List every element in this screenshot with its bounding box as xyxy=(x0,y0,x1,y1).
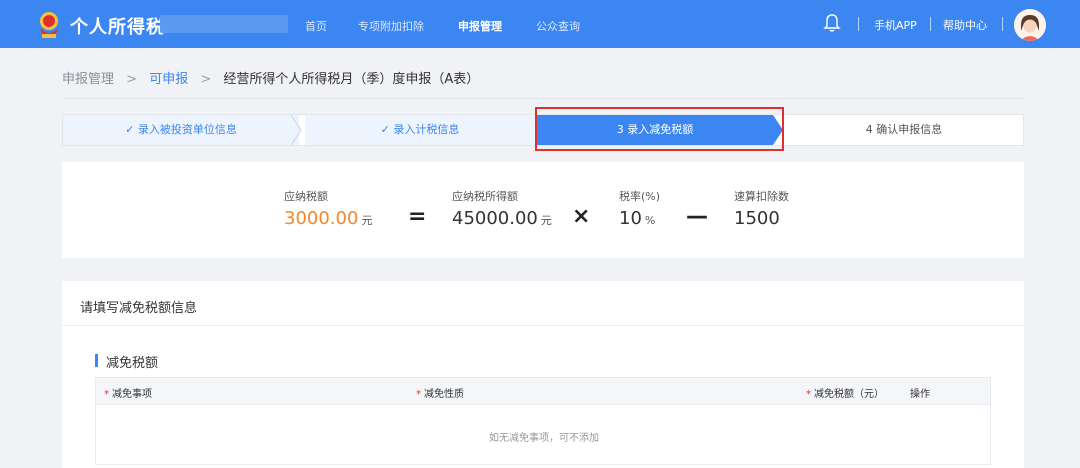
nav-special-deductions[interactable]: 专项附加扣除 xyxy=(358,18,424,34)
reduction-table-body: 如无减免事项，可不添加 xyxy=(95,405,991,465)
user-avatar-icon xyxy=(1014,9,1046,41)
breadcrumb-filable[interactable]: 可申报 xyxy=(149,72,188,87)
multiply-sign: × xyxy=(572,204,591,229)
app-title[interactable]: 个人所得税 xyxy=(70,13,165,39)
top-navigation-bar: 个人所得税 首页 专项附加扣除 申报管理 公众查询 手机APP 帮助中心 xyxy=(0,0,1080,48)
mobile-app-link[interactable]: 手机APP xyxy=(874,17,917,33)
tax-payable-amount: 3000.00 xyxy=(284,208,359,229)
minus-sign: — xyxy=(686,204,708,229)
tax-emblem-icon xyxy=(40,12,58,38)
tax-formula-panel: 应纳税额 3000.00 元 = 应纳税所得额 45000.00 元 × 税率(%)… xyxy=(62,162,1024,258)
breadcrumb-divider xyxy=(62,98,1024,99)
column-reduction-nature: * 减免性质 xyxy=(416,385,464,400)
step-4: 4 确认申报信息 xyxy=(785,115,1023,145)
reduction-section-title: 减免税额 xyxy=(106,356,159,371)
step-1: ✓ 录入被投资单位信息 xyxy=(63,115,299,145)
breadcrumb-separator: > xyxy=(126,72,138,87)
divider xyxy=(858,17,859,31)
breadcrumb-filing-management[interactable]: 申报管理 xyxy=(62,72,114,87)
step-2-label: ✓ 录入计税信息 xyxy=(380,123,460,136)
required-mark: * xyxy=(416,389,421,400)
column-reduction-amount: * 减免税额（元） xyxy=(806,385,884,400)
taxable-income-amount: 45000.00 xyxy=(452,208,538,229)
nav-public-query[interactable]: 公众查询 xyxy=(536,18,580,34)
blurred-region xyxy=(160,15,288,33)
tax-payable-value: 3000.00 元 xyxy=(284,208,372,229)
tax-reduction-panel: 请填写减免税额信息 减免税额 * 减免事项 * 减免性质 * 减免税额（元） 操作 如… xyxy=(62,281,1024,468)
tax-payable-unit: 元 xyxy=(361,214,373,227)
column-actions: 操作 xyxy=(910,389,930,400)
panel-divider xyxy=(62,325,1024,326)
section-accent-bar xyxy=(95,354,98,367)
divider xyxy=(1002,17,1003,31)
quick-deduction-value: 1500 xyxy=(734,208,780,229)
avatar[interactable] xyxy=(1014,9,1046,41)
help-center-link[interactable]: 帮助中心 xyxy=(943,17,987,33)
step-chevron-icon xyxy=(290,115,302,145)
tax-rate-value: 10% xyxy=(619,208,655,229)
column-label: 减免事项 xyxy=(112,389,152,400)
breadcrumb-current-page: 经营所得个人所得税月（季）度申报（A表） xyxy=(223,72,480,87)
column-label: 减免性质 xyxy=(424,389,464,400)
breadcrumb-separator: > xyxy=(200,72,212,87)
column-reduction-item: * 减免事项 xyxy=(104,385,152,400)
taxable-income-label: 应纳税所得额 xyxy=(452,190,518,203)
nav-home[interactable]: 首页 xyxy=(305,18,327,34)
bell-icon[interactable] xyxy=(823,13,841,33)
tax-rate-amount: 10 xyxy=(619,208,642,229)
breadcrumb: 申报管理 > 可申报 > 经营所得个人所得税月（季）度申报（A表） xyxy=(62,68,487,87)
tax-rate-unit: % xyxy=(644,214,656,227)
divider xyxy=(930,17,931,31)
step-1-label: ✓ 录入被投资单位信息 xyxy=(125,123,237,136)
nav-filing-management[interactable]: 申报管理 xyxy=(458,18,502,34)
taxable-income-value: 45000.00 元 xyxy=(452,208,552,229)
step-2: ✓ 录入计税信息 xyxy=(305,115,535,145)
tax-rate-label: 税率(%) xyxy=(619,190,661,203)
reduction-panel-title: 请填写减免税额信息 xyxy=(80,301,198,316)
taxable-income-unit: 元 xyxy=(540,214,552,227)
step-4-label: 4 确认申报信息 xyxy=(865,123,943,136)
highlight-annotation-box xyxy=(535,107,784,151)
quick-deduction-label: 速算扣除数 xyxy=(734,190,789,203)
empty-table-message: 如无减免事项，可不添加 xyxy=(489,433,599,444)
equals-sign: = xyxy=(408,204,427,229)
required-mark: * xyxy=(104,389,109,400)
required-mark: * xyxy=(806,389,811,400)
tax-payable-label: 应纳税额 xyxy=(284,190,328,203)
column-label: 减免税额（元） xyxy=(814,389,884,400)
reduction-table-header: * 减免事项 * 减免性质 * 减免税额（元） 操作 xyxy=(95,377,991,405)
